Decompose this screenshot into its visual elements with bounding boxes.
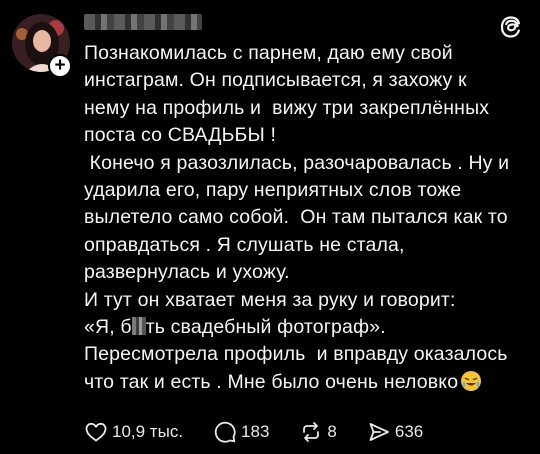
post-line: вылетело само собой. Он там пытался как … — [84, 206, 508, 229]
crying-laughing-emoji-icon — [461, 370, 482, 391]
post-line: развернулась и ухожу. — [84, 261, 290, 284]
post-line: Познакомилась с парнем, даю ему свой — [84, 42, 453, 64]
share-send-icon — [369, 423, 389, 441]
share-button[interactable]: 636 — [367, 420, 423, 444]
last-line-text: что так и есть . Мне было очень неловко — [84, 370, 459, 393]
post-line: поста со СВАДЬБЫ ! — [84, 124, 277, 147]
repost-button[interactable]: 8 — [299, 420, 337, 444]
censored-text — [131, 317, 146, 336]
comment-count: 183 — [241, 422, 270, 441]
post-text: Познакомилась с парнем, даю ему свой инс… — [84, 40, 524, 396]
post-line-quote: «Я, б ть свадебный фотограф». — [84, 314, 524, 341]
repost-count: 8 — [327, 422, 337, 441]
threads-logo-icon[interactable] — [498, 14, 524, 40]
share-count: 636 — [394, 422, 424, 441]
post-line: Пересмотрела профиль и вправду оказалось — [84, 343, 508, 366]
post-line: нему на профиль и вижу три закреплённых — [84, 96, 490, 119]
comment-icon — [214, 421, 236, 443]
repost-icon — [303, 422, 320, 442]
post-line: оправдаться . Я слушать не стала, — [84, 233, 405, 256]
post-line: инстаграм. Он подписывается, я захожу к — [84, 69, 467, 92]
follow-plus-button[interactable]: + — [48, 54, 72, 78]
quote-end: ть свадебный фотограф». — [145, 316, 386, 339]
post-line: И тут он хватает меня за руку и говорит: — [84, 288, 456, 311]
comment-button[interactable]: 183 — [213, 420, 269, 444]
like-button[interactable]: 10,9 тыс. — [84, 420, 183, 444]
post-line: ударила его, пару неприятных слов тоже — [84, 179, 462, 202]
post-line-last: что так и есть . Мне было очень неловко — [84, 369, 524, 396]
quote-start: «Я, б — [84, 316, 132, 339]
threads-post: + Познакомилась с парнем, даю ему свой и… — [0, 0, 540, 454]
like-count: 10,9 тыс. — [112, 422, 184, 441]
post-actions: 10,9 тыс. 183 8 636 — [84, 418, 453, 446]
heart-icon — [85, 422, 107, 442]
username-redacted[interactable] — [84, 14, 202, 30]
post-line: Конечо я разозлилась, разочаровалась . Н… — [84, 151, 510, 174]
